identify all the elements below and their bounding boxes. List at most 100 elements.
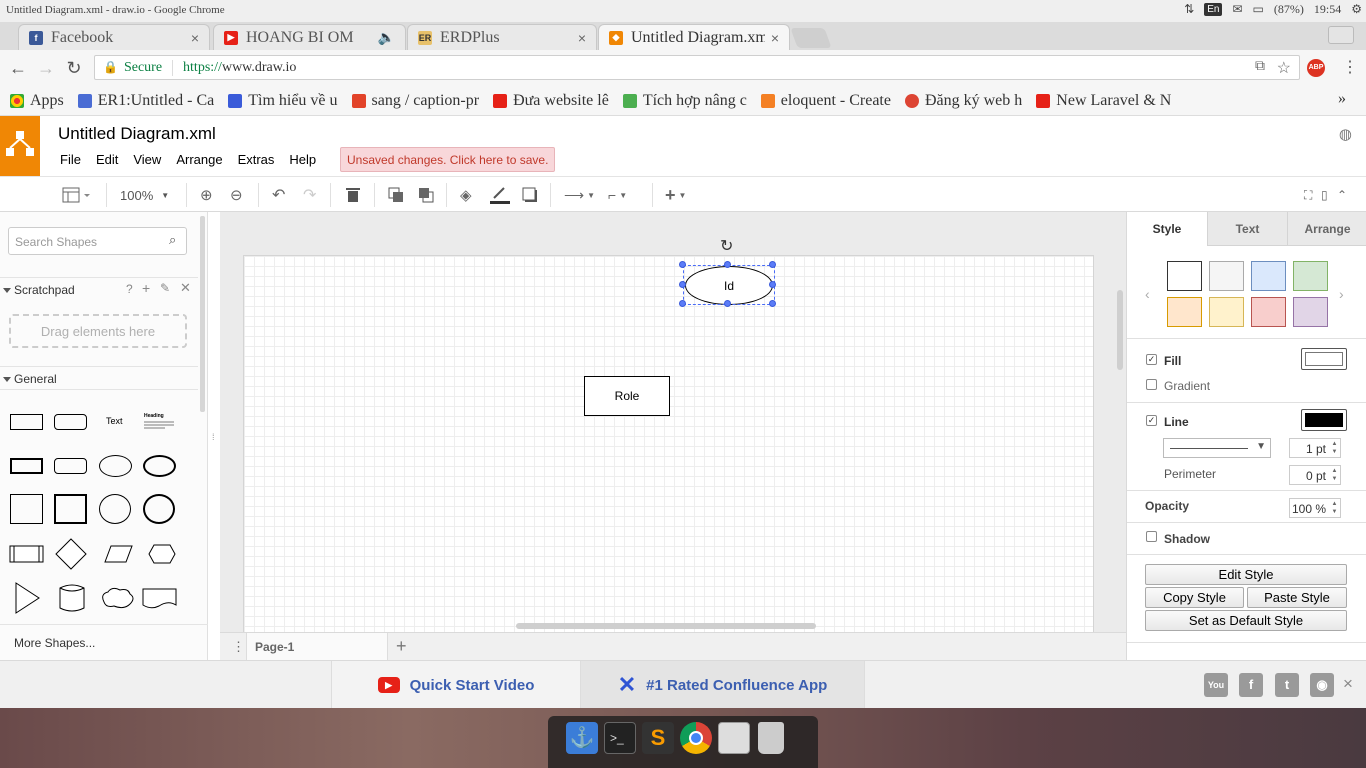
gradient-checkbox[interactable] (1146, 379, 1157, 390)
page-tab-1[interactable]: Page-1 (246, 633, 388, 661)
scratchpad-add-icon[interactable]: + (142, 280, 150, 296)
collapse-toolbar-icon[interactable]: ⌃ (1337, 185, 1347, 205)
bookmark-item[interactable]: sang / caption-pr (351, 92, 479, 110)
unsaved-changes-button[interactable]: Unsaved changes. Click here to save. (340, 147, 556, 172)
twitter-social-icon[interactable]: t (1275, 673, 1299, 697)
clock[interactable]: 19:54 (1314, 2, 1341, 17)
sidebar-scrollbar[interactable] (200, 216, 205, 412)
search-icon[interactable]: ⌕ (169, 232, 176, 248)
redo-icon[interactable]: ↷ (303, 185, 316, 205)
shadow-icon[interactable] (522, 185, 538, 205)
scratchpad-help-icon[interactable]: ? (126, 282, 133, 296)
tab-style[interactable]: Style (1127, 212, 1207, 246)
diagram-page[interactable]: Role Id (243, 255, 1094, 632)
style-swatch[interactable] (1293, 297, 1328, 327)
bookmark-item[interactable]: Đăng ký web h (904, 92, 1022, 110)
canvas-horizontal-scrollbar[interactable] (516, 623, 816, 629)
style-swatch[interactable] (1251, 261, 1286, 291)
terminal-icon[interactable]: >_ (604, 722, 636, 754)
style-swatch[interactable] (1167, 297, 1202, 327)
shape-row-process-diamond-parallelogram-hexagon[interactable] (8, 538, 188, 570)
shape-ellipse[interactable] (99, 455, 132, 477)
battery-icon[interactable]: ▭ (1253, 2, 1264, 17)
bookmark-apps[interactable]: Apps (10, 92, 64, 110)
adblock-extension-icon[interactable]: ABP (1307, 59, 1325, 77)
style-swatch[interactable] (1209, 297, 1244, 327)
spinner-arrows-icon[interactable]: ▲ ▼ (1330, 500, 1339, 516)
scratchpad-close-icon[interactable]: ✕ (180, 280, 191, 296)
swatches-prev-icon[interactable]: ‹ (1145, 286, 1150, 302)
perimeter-input[interactable]: 0 pt ▲ ▼ (1289, 465, 1341, 485)
tab-text[interactable]: Text (1207, 212, 1287, 246)
mail-icon[interactable]: ✉ (1232, 2, 1242, 17)
swatches-next-icon[interactable]: › (1339, 286, 1344, 302)
new-tab-button[interactable] (790, 28, 832, 48)
diagram-canvas[interactable]: ↻ Role Id (220, 212, 1126, 632)
edit-style-button[interactable]: Edit Style (1145, 564, 1347, 585)
add-page-icon[interactable]: + (396, 636, 407, 657)
scratchpad-drop-area[interactable]: Drag elements here (9, 314, 187, 348)
fullscreen-icon[interactable]: ⛶ (1304, 185, 1312, 205)
copy-style-button[interactable]: Copy Style (1145, 587, 1244, 608)
profile-button[interactable] (1328, 26, 1354, 44)
reload-icon[interactable]: ↻ (64, 58, 84, 78)
browser-tab-drawio[interactable]: ◆ Untitled Diagram.xml × (598, 24, 790, 50)
waypoint-style-icon[interactable]: ⌐ ▼ (608, 185, 627, 205)
spinner-arrows-icon[interactable]: ▲ ▼ (1330, 440, 1339, 456)
youtube-social-icon[interactable]: You (1204, 673, 1228, 697)
fill-color-icon[interactable]: ◈ (460, 185, 472, 205)
format-panel-icon[interactable]: ▯ (1321, 185, 1328, 205)
menu-extras[interactable]: Extras (238, 152, 275, 167)
bookmark-item[interactable]: ER1:Untitled - Ca (77, 92, 214, 110)
fill-checkbox[interactable]: ✓ (1146, 354, 1157, 365)
bookmark-item[interactable]: Tích hợp nâng c (622, 92, 747, 110)
resize-handle[interactable] (724, 300, 731, 307)
resize-handle[interactable] (724, 261, 731, 268)
menu-view[interactable]: View (133, 152, 161, 167)
fill-color-picker[interactable] (1301, 348, 1347, 370)
general-section-header[interactable]: General (0, 366, 198, 390)
site-info-icon[interactable]: ⧉ (1255, 59, 1265, 75)
resize-handle[interactable] (679, 300, 686, 307)
canvas-vertical-scrollbar[interactable] (1117, 290, 1123, 370)
shape-rectangle-bold[interactable] (10, 458, 43, 474)
shape-double-ellipse[interactable] (143, 455, 176, 477)
footer-close-icon[interactable]: × (1343, 674, 1353, 694)
zoom-in-icon[interactable]: ⊕ (200, 185, 213, 205)
shape-rounded-rectangle-2[interactable] (54, 458, 87, 474)
chrome-menu-icon[interactable]: ⋮ (1342, 57, 1358, 77)
zoom-dropdown[interactable]: 100% ▼ (120, 185, 169, 205)
bookmark-star-icon[interactable]: ☆ (1277, 58, 1291, 78)
resize-handle[interactable] (769, 300, 776, 307)
shape-text[interactable]: Text (106, 416, 123, 426)
resize-handle[interactable] (679, 261, 686, 268)
back-arrow-icon[interactable]: ← (8, 58, 28, 78)
tab-close-icon[interactable]: × (771, 30, 779, 46)
line-color-picker[interactable] (1301, 409, 1347, 431)
rotate-handle-icon[interactable]: ↻ (720, 236, 733, 256)
insert-plus-icon[interactable]: + ▼ (665, 185, 686, 205)
shape-square-bold[interactable] (54, 494, 87, 524)
facebook-social-icon[interactable]: f (1239, 673, 1263, 697)
anchor-app-icon[interactable]: ⚓ (566, 722, 598, 754)
menu-arrange[interactable]: Arrange (176, 152, 222, 167)
scratchpad-edit-icon[interactable]: ✎ (160, 281, 170, 295)
pages-menu-icon[interactable]: ⋮ (232, 639, 245, 655)
browser-tab-facebook[interactable]: f Facebook × (18, 24, 210, 50)
shape-textbox[interactable]: Heading (144, 413, 174, 429)
keyboard-layout-indicator[interactable]: En (1204, 3, 1223, 16)
bookmark-item[interactable]: eloquent - Create (760, 92, 891, 110)
github-social-icon[interactable]: ◉ (1310, 673, 1334, 697)
language-globe-icon[interactable]: ◍ (1339, 125, 1352, 143)
shape-rectangle[interactable] (10, 414, 43, 430)
set-default-style-button[interactable]: Set as Default Style (1145, 610, 1347, 631)
style-swatch[interactable] (1251, 297, 1286, 327)
shadow-checkbox[interactable] (1146, 531, 1157, 542)
spinner-arrows-icon[interactable]: ▲ ▼ (1330, 467, 1339, 483)
chrome-icon[interactable] (680, 722, 712, 754)
to-front-icon[interactable] (388, 185, 404, 205)
shape-double-circle[interactable] (143, 494, 175, 524)
connection-style-icon[interactable]: ⟶ ▼ (564, 185, 595, 205)
opacity-input[interactable]: 100 % ▲ ▼ (1289, 498, 1341, 518)
bookmarks-overflow-button[interactable]: » (1338, 90, 1346, 108)
